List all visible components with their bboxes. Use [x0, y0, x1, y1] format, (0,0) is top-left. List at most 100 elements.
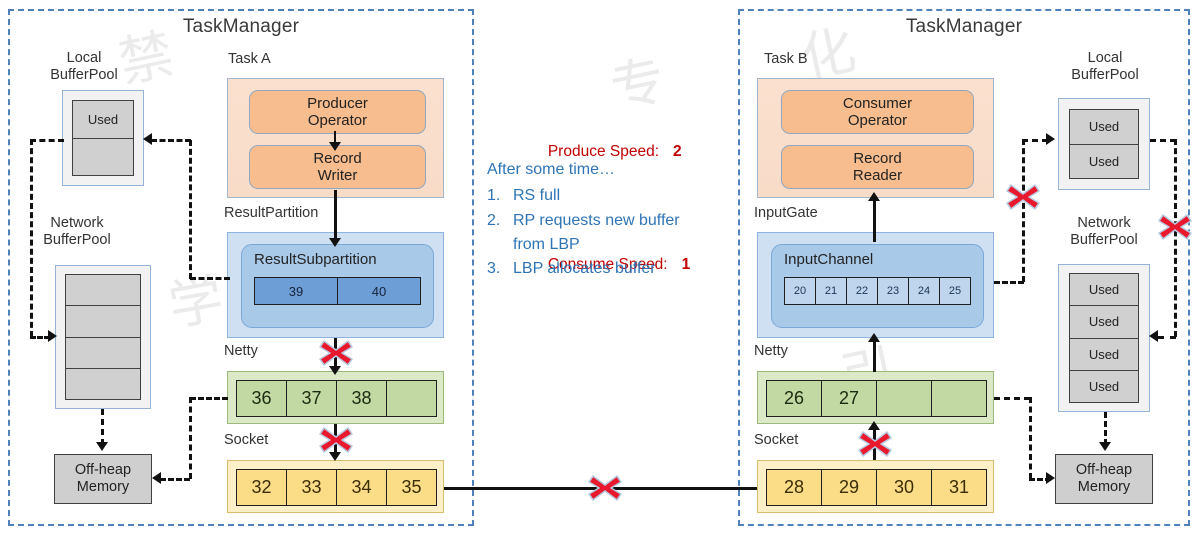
- right-socket-cells: 28 29 30 31: [766, 469, 987, 506]
- buffer-cell: 28: [767, 470, 822, 505]
- left-record-writer: Record Writer: [249, 145, 426, 189]
- buffer-cell: 38: [337, 381, 387, 416]
- left-local-bufferpool-box: Used: [62, 90, 144, 186]
- left-resultsubpartition-box: ResultSubpartition 39 40: [241, 244, 434, 328]
- left-resultsubpartition-cells: 39 40: [254, 277, 421, 305]
- dash-netty-down: [189, 397, 192, 479]
- right-socket-label: Socket: [754, 432, 799, 448]
- pool-cell: [66, 369, 140, 399]
- buffer-cell: 39: [255, 278, 338, 304]
- note-text: RS full: [513, 187, 561, 205]
- left-resultsubpartition-title: ResultSubpartition: [254, 251, 377, 268]
- pool-cell: Used: [1088, 153, 1120, 169]
- list-item: 3. LBP allocates buffer: [487, 257, 737, 281]
- arrowhead: [1046, 472, 1055, 484]
- buffer-cell: 30: [877, 470, 932, 505]
- dash-to-nbp: [30, 336, 50, 339]
- left-socket-label: Socket: [224, 432, 269, 448]
- right-inputgate-box: InputChannel 20 21 22 23 24 25: [757, 232, 994, 338]
- dash-ic-out: [994, 281, 1024, 284]
- left-taskmanager-title: TaskManager: [182, 16, 300, 37]
- right-inputchannel-box: InputChannel 20 21 22 23 24 25: [771, 244, 984, 328]
- arrow-ig-to-reader: [873, 200, 876, 242]
- left-producer-operator: Producer Operator: [249, 90, 426, 134]
- dash-rp-up: [189, 140, 192, 279]
- left-resultpartition-box: ResultSubpartition 39 40: [227, 232, 444, 338]
- right-task-box: Consumer Operator Record Reader: [757, 78, 994, 198]
- buffer-cell: 34: [337, 470, 387, 505]
- right-taskmanager-title: TaskManager: [905, 16, 1023, 37]
- blocked-marker-ic-lbp-icon: [1005, 182, 1041, 212]
- right-inputchannel-cells: 20 21 22 23 24 25: [784, 277, 971, 305]
- right-inputchannel-title: InputChannel: [784, 251, 874, 268]
- right-offheap-memory: Off-heap Memory: [1055, 454, 1153, 504]
- buffer-cell: 27: [822, 381, 877, 416]
- pool-cell: Used: [1070, 110, 1138, 145]
- dash-to-lbp: [151, 139, 191, 142]
- blocked-marker-socket-netty-icon: [857, 429, 893, 459]
- pool-cell: [66, 275, 140, 307]
- left-netty-box: 36 37 38: [227, 371, 444, 424]
- buffer-cell: 33: [287, 470, 337, 505]
- buffer-cell: 40: [338, 278, 420, 304]
- right-local-bufferpool-box: Used Used: [1058, 98, 1150, 190]
- buffer-cell: 31: [932, 470, 986, 505]
- dash-rp-out: [190, 277, 230, 280]
- arrowhead: [143, 133, 152, 145]
- notes-annotation: After some time… 1. RS full 2. RP reques…: [487, 158, 737, 282]
- buffer-cell: 23: [878, 278, 909, 304]
- arrowhead: [329, 142, 341, 151]
- dash-lbp-out: [30, 139, 64, 142]
- arrowhead: [48, 330, 57, 342]
- list-item: 2. RP requests new buffer from LBP: [487, 209, 737, 258]
- dash-to-offheap: [160, 478, 190, 481]
- left-network-bufferpool-box: [55, 265, 151, 409]
- buffer-cell: 29: [822, 470, 877, 505]
- arrowhead: [329, 238, 341, 247]
- right-consumer-operator: Consumer Operator: [781, 90, 974, 134]
- note-text: RP requests new buffer from LBP: [513, 211, 680, 253]
- blocked-marker-network-icon: [587, 473, 623, 503]
- dash-to-right-lbp: [1022, 139, 1048, 142]
- right-network-bufferpool-label: Network BufferPool: [1070, 215, 1138, 249]
- dash-netty-out: [190, 397, 228, 400]
- dash-right-netty-down: [1029, 397, 1032, 479]
- arrowhead: [868, 333, 880, 342]
- blocked-marker-lbp-nbp-icon: [1157, 212, 1193, 242]
- left-network-bufferpool-label: Network BufferPool: [43, 215, 111, 249]
- right-netty-cells: 26 27: [766, 380, 987, 417]
- left-socket-box: 32 33 34 35: [227, 460, 444, 513]
- dash-right-lbp-out: [1150, 139, 1176, 142]
- right-netty-box: 26 27: [757, 371, 994, 424]
- left-socket-cells: 32 33 34 35: [236, 469, 437, 506]
- buffer-cell: 35: [387, 470, 436, 505]
- pool-cell: [66, 338, 140, 369]
- left-task-label: Task A: [228, 51, 271, 67]
- left-netty-label: Netty: [224, 343, 258, 359]
- buffer-cell: [387, 381, 436, 416]
- right-local-bufferpool-label: Local BufferPool: [1071, 50, 1139, 84]
- right-record-reader: Record Reader: [781, 145, 974, 189]
- buffer-cell: 26: [767, 381, 822, 416]
- note-number: 1.: [487, 187, 501, 205]
- left-local-bufferpool-label: Local BufferPool: [50, 50, 118, 84]
- buffer-cell: 32: [237, 470, 287, 505]
- pool-cell: Used: [1070, 306, 1138, 339]
- diagram-canvas: 禁 学 专 化 引 TaskManager Local BufferPool U…: [0, 0, 1200, 533]
- arrow-writer-to-rp: [334, 190, 337, 242]
- arrowhead: [152, 472, 161, 484]
- pool-cell: [66, 306, 140, 338]
- arrowhead: [1099, 442, 1111, 451]
- note-number: 2.: [487, 211, 501, 229]
- right-inputgate-label: InputGate: [754, 205, 818, 221]
- right-netty-label: Netty: [754, 343, 788, 359]
- note-text: LBP allocates buffer: [513, 260, 656, 278]
- buffer-cell: 21: [816, 278, 847, 304]
- arrowhead: [868, 192, 880, 201]
- note-number: 3.: [487, 260, 501, 278]
- buffer-cell: 25: [940, 278, 970, 304]
- notes-list: 1. RS full 2. RP requests new buffer fro…: [487, 184, 737, 281]
- dash-lbp-down: [30, 139, 33, 337]
- blocked-marker-rp-netty-icon: [318, 338, 354, 368]
- list-item: 1. RS full: [487, 184, 737, 208]
